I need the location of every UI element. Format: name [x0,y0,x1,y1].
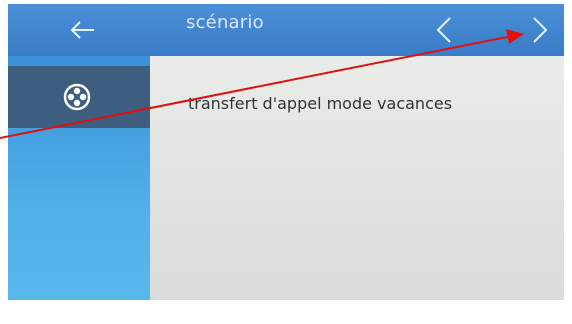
previous-button[interactable] [428,12,464,48]
next-button[interactable] [522,12,558,48]
arrow-left-icon [70,21,94,39]
chevron-right-icon [533,17,548,43]
header-bar: scénario [8,4,564,56]
sidebar [8,56,150,300]
page-title: scénario [186,12,264,33]
sidebar-item-scenario[interactable] [8,66,150,128]
list-item-scenario[interactable]: transfert d'appel mode vacances [188,94,452,113]
device-screen: scénario transfert d'appel mode vacances [8,4,564,300]
chevron-left-icon [436,17,451,43]
back-button[interactable] [64,12,100,48]
scenario-icon [62,82,92,112]
main-content: transfert d'appel mode vacances [150,56,564,300]
